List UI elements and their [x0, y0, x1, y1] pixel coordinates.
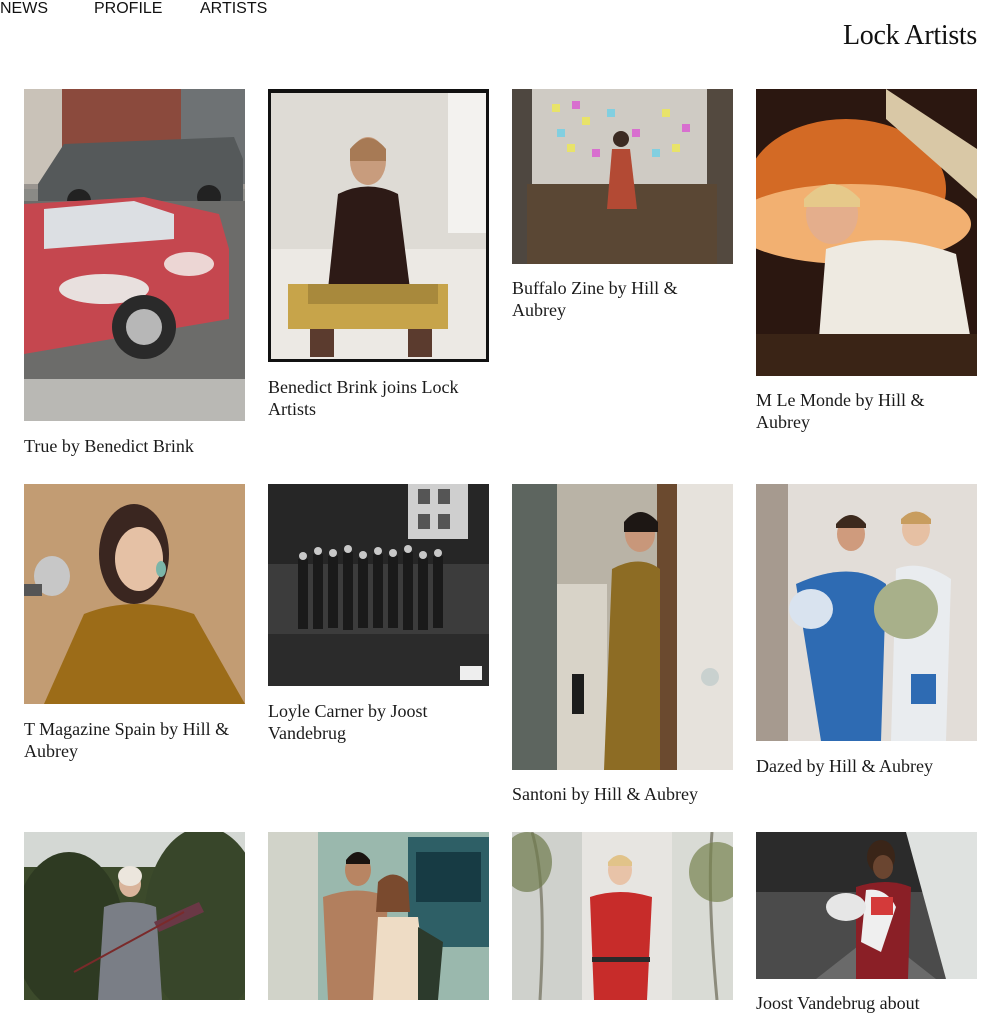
nav-profile[interactable]: PROFILE [94, 0, 162, 18]
boy-orange-light-photo[interactable] [756, 89, 977, 376]
man-doorway-photo[interactable] [512, 484, 733, 770]
portrait-bed-photo[interactable] [268, 89, 489, 362]
man-red-jumpsuit-photo[interactable] [512, 832, 733, 1000]
news-card-title[interactable]: True by Benedict Brink [24, 435, 245, 457]
sticky-notes-desk-photo[interactable] [512, 89, 733, 264]
street-car-van-photo[interactable] [24, 89, 245, 421]
man-hedge-photo[interactable] [24, 832, 245, 1000]
man-skateboard-photo[interactable] [756, 832, 977, 979]
news-card-title[interactable]: Santoni by Hill & Aubrey [512, 783, 733, 805]
nav-artists[interactable]: ARTISTS [200, 0, 267, 18]
news-card-title[interactable]: Dazed by Hill & Aubrey [756, 755, 977, 777]
news-card-title[interactable]: Benedict Brink joins Lock Artists [268, 376, 489, 420]
nav-news[interactable]: NEWS [0, 0, 48, 18]
couple-tattoo-photo[interactable] [268, 832, 489, 1000]
group-garden-bw-photo[interactable] [268, 484, 489, 686]
woman-microphone-photo[interactable] [24, 484, 245, 704]
news-card-title[interactable]: Joost Vandebrug about [756, 992, 977, 1014]
news-card-title[interactable]: M Le Monde by Hill & Aubrey [756, 389, 977, 433]
news-card-title[interactable]: Loyle Carner by Joost Vandebrug [268, 700, 489, 744]
couple-sculptural-outfits-photo[interactable] [756, 484, 977, 741]
news-card-title[interactable]: T Magazine Spain by Hill & Aubrey [24, 718, 245, 762]
news-card-title[interactable]: Buffalo Zine by Hill & Aubrey [512, 277, 733, 321]
brand-logo[interactable]: Lock Artists [843, 20, 977, 52]
